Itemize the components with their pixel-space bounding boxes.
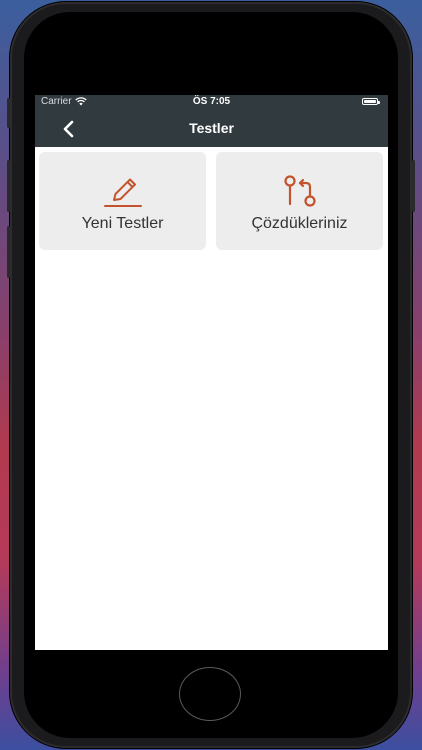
app-screen: Carrier ÖS 7:05 Testler Yeni Testler Çöz… bbox=[35, 95, 388, 650]
battery-level-fill bbox=[364, 100, 376, 103]
mute-switch bbox=[7, 98, 10, 128]
pencil-icon bbox=[103, 174, 143, 210]
new-tests-label: Yeni Testler bbox=[81, 215, 164, 232]
git-pull-request-icon bbox=[281, 174, 319, 210]
volume-up-button bbox=[7, 160, 10, 212]
page-title: Testler bbox=[189, 120, 234, 136]
battery-icon bbox=[362, 98, 380, 105]
solved-tests-label: Çözdükleriniz bbox=[251, 215, 348, 232]
home-button[interactable] bbox=[179, 667, 241, 721]
volume-down-button bbox=[7, 226, 10, 278]
power-button bbox=[412, 160, 415, 212]
clock: ÖS 7:05 bbox=[192, 96, 231, 107]
new-tests-button[interactable]: Yeni Testler bbox=[39, 152, 206, 250]
navigation-bar: Testler bbox=[35, 110, 388, 147]
menu-grid: Yeni Testler Çözdükleriniz bbox=[39, 152, 383, 250]
solved-tests-button[interactable]: Çözdükleriniz bbox=[216, 152, 383, 250]
status-bar: Carrier ÖS 7:05 bbox=[35, 95, 388, 110]
